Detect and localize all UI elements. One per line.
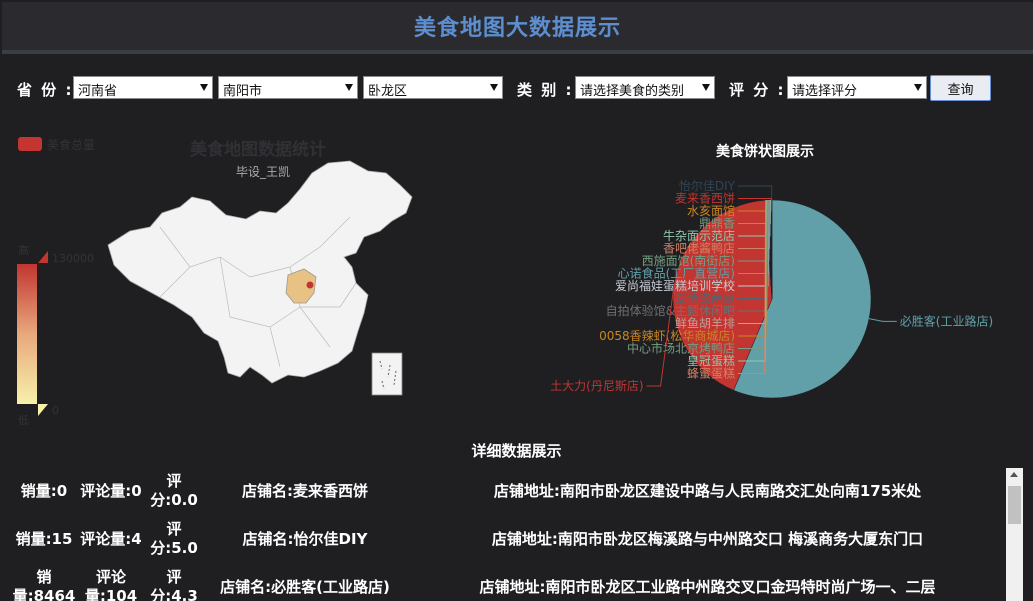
china-map[interactable] [100,157,420,407]
pie-label-line [738,198,772,201]
visual-map-low-label: 低 [18,414,29,427]
sales-cell: 销量:15 [15,529,73,548]
filter-bar: 省 份 : 河南省 南阳市 卧龙区 类 别 : 请选择美食的类别 评 分 : 请… [0,74,1033,104]
table-row: 销量:8464 评论量:104 评分:4.3 店铺名:必胜客(工业路店) 店铺地… [0,564,1005,601]
shop-name-cell: 店铺名:麦来香西饼 [242,481,368,500]
detail-title: 详细数据展示 [471,442,562,460]
map-chart: 美食总量 美食地图数据统计 毕设_王凯 高 130000 0 低 [0,125,500,435]
map-south-sea-inset [371,352,403,396]
score-cell: 评分:4.3 [150,568,198,601]
shop-address-cell: 店铺地址:南阳市卧龙区梅溪路与中州路交口 梅溪商务大厦东门口 [491,529,924,548]
pie-chart: 美食饼状图展示 必胜客(工业路店) 怡尔佳DIY 麦来香西饼 水亥面馆 鼎鼎香 牛杂面示范… [500,125,1033,435]
pie-slice-label: 蜂蜜蛋糕 [687,366,735,381]
chevron-down-icon [490,84,498,91]
pie-label-line [738,185,773,201]
shop-address-cell: 店铺地址:南阳市卧龙区工业路中州路交叉口金玛特时尚广场一、二层 [479,577,936,596]
visual-map-max-handle[interactable] [38,251,48,263]
comments-cell: 评论量:4 [80,529,142,548]
visual-map-min: 0 [52,404,59,417]
query-button[interactable]: 查询 [930,75,991,101]
detail-list: 销量:0 评论量:0 评分:0.0 店铺名:麦来香西饼 店铺地址:南阳市卧龙区建… [0,468,1005,601]
table-row: 销量:0 评论量:0 评分:0.0 店铺名:麦来香西饼 店铺地址:南阳市卧龙区建… [0,468,1005,514]
category-select-value: 请选择美食的类别 [580,84,685,99]
shop-name-cell: 店铺名:怡尔佳DIY [242,529,368,548]
map-region-china [107,160,413,384]
pie-slice-label: 必胜客(工业路店) [900,313,993,328]
chevron-down-icon [702,84,710,91]
district-select[interactable]: 卧龙区 [363,76,503,99]
visual-map-min-handle[interactable] [38,404,48,416]
category-select[interactable]: 请选择美食的类别 [575,76,715,99]
visual-map-max: 130000 [52,252,94,265]
score-cell: 评分:5.0 [150,520,198,557]
pie-label-line [868,318,897,322]
city-select[interactable]: 南阳市 [218,76,358,99]
category-label: 类 别 : [517,81,574,99]
table-row: 销量:15 评论量:4 评分:5.0 店铺名:怡尔佳DIY 店铺地址:南阳市卧龙… [0,516,1005,562]
map-legend-swatch[interactable] [18,137,42,151]
province-select[interactable]: 河南省 [73,76,213,99]
pie-chart-svg[interactable]: 必胜客(工业路店)怡尔佳DIY麦来香西饼水亥面馆鼎鼎香牛杂面示范店香吧佬酱鸭店西… [500,125,1033,435]
comments-cell: 评论量:0 [80,481,142,500]
chevron-down-icon [914,84,922,91]
visual-map-high-label: 高 [18,244,29,257]
city-select-value: 南阳市 [223,84,263,99]
chevron-down-icon [200,84,208,91]
visual-map-gradient[interactable] [17,264,37,404]
page-header: 美食地图大数据展示 [2,2,1033,54]
scroll-thumb[interactable] [1008,486,1021,524]
page-title: 美食地图大数据展示 [413,16,621,41]
shop-name-cell: 店铺名:必胜客(工业路店) [220,577,390,596]
shop-address-cell: 店铺地址:南阳市卧龙区建设中路与人民南路交汇处向南175米处 [493,481,922,500]
sales-cell: 销量:0 [20,481,68,500]
score-label: 评 分 : [729,81,786,99]
score-select-value: 请选择评分 [792,84,858,99]
chevron-down-icon [345,84,353,91]
comments-cell: 评论量:104 [84,568,138,601]
map-legend-label[interactable]: 美食总量 [47,136,95,153]
score-cell: 评分:0.0 [150,472,198,509]
scroll-up-icon[interactable] [1010,472,1018,477]
province-label: 省 份 : [17,81,74,99]
map-marker-nanyang [306,281,314,289]
detail-scrollbar[interactable] [1006,468,1023,601]
province-select-value: 河南省 [78,84,118,99]
score-select[interactable]: 请选择评分 [787,76,927,99]
pie-slice-label: 土大力(丹尼斯店) [550,379,643,393]
district-select-value: 卧龙区 [368,84,408,99]
sales-cell: 销量:8464 [12,568,76,601]
